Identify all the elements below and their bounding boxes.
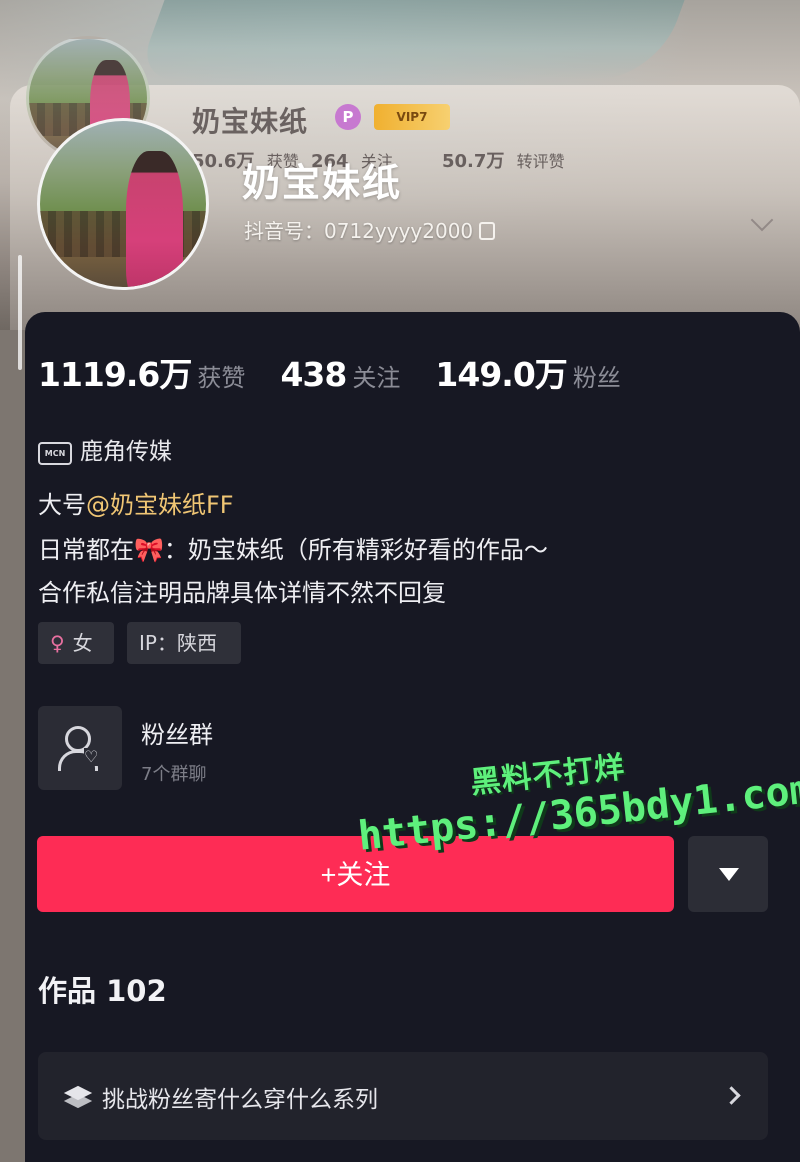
copy-icon[interactable] <box>479 222 496 240</box>
layers-icon <box>63 1085 93 1109</box>
mention-link[interactable]: @奶宝妹纸FF <box>86 491 234 519</box>
douyin-id[interactable]: 抖音号：0712yyyy2000 <box>244 215 496 244</box>
mcn-agency[interactable]: MCN 鹿角传媒 <box>38 432 172 466</box>
series-label: 挑战粉丝寄什么穿什么系列 <box>102 1087 378 1113</box>
follow-button[interactable]: +关注 <box>37 836 674 912</box>
ip-location-tag: IP：陕西 <box>127 622 241 664</box>
mcn-icon: MCN <box>38 442 72 465</box>
profile-name: 奶宝妹纸 <box>242 161 403 205</box>
ghost-name: 奶宝妹纸 <box>192 105 309 138</box>
ribbon-icon: 🎀 <box>134 536 164 564</box>
fan-group-icon[interactable]: ♡ <box>38 706 122 790</box>
chevron-right-icon <box>722 1086 741 1105</box>
stat-followers[interactable]: 149.0万 粉丝 <box>435 348 620 396</box>
verified-badge-icon: P <box>335 104 361 130</box>
avatar[interactable] <box>37 118 209 290</box>
bio-line-1: 大号@奶宝妹纸FF <box>38 491 234 519</box>
stat-likes[interactable]: 1119.6万 获赞 <box>38 348 245 396</box>
works-count[interactable]: 作品 102 <box>38 968 167 1010</box>
banner-background <box>135 0 685 80</box>
series-row[interactable]: 挑战粉丝寄什么穿什么系列 <box>38 1052 768 1140</box>
fan-group-title[interactable]: 粉丝群 <box>141 715 213 750</box>
stat-following[interactable]: 438 关注 <box>280 355 400 394</box>
bio-line-2: 日常都在🎀：奶宝妹纸（所有精彩好看的作品～ <box>38 536 548 564</box>
scrollbar[interactable] <box>18 255 22 370</box>
vip-badge: VIP7 <box>374 104 450 130</box>
caret-down-icon <box>719 868 739 881</box>
female-icon: ♀ <box>50 631 65 655</box>
more-options-button[interactable] <box>688 836 768 912</box>
fan-group-subtitle: 7个群聊 <box>141 764 207 785</box>
bio-line-3: 合作私信注明品牌具体详情不然不回复 <box>38 579 446 607</box>
gender-tag: ♀ 女 <box>38 622 114 664</box>
profile-stats: 1119.6万 获赞 438 关注 149.0万 粉丝 <box>38 348 651 396</box>
